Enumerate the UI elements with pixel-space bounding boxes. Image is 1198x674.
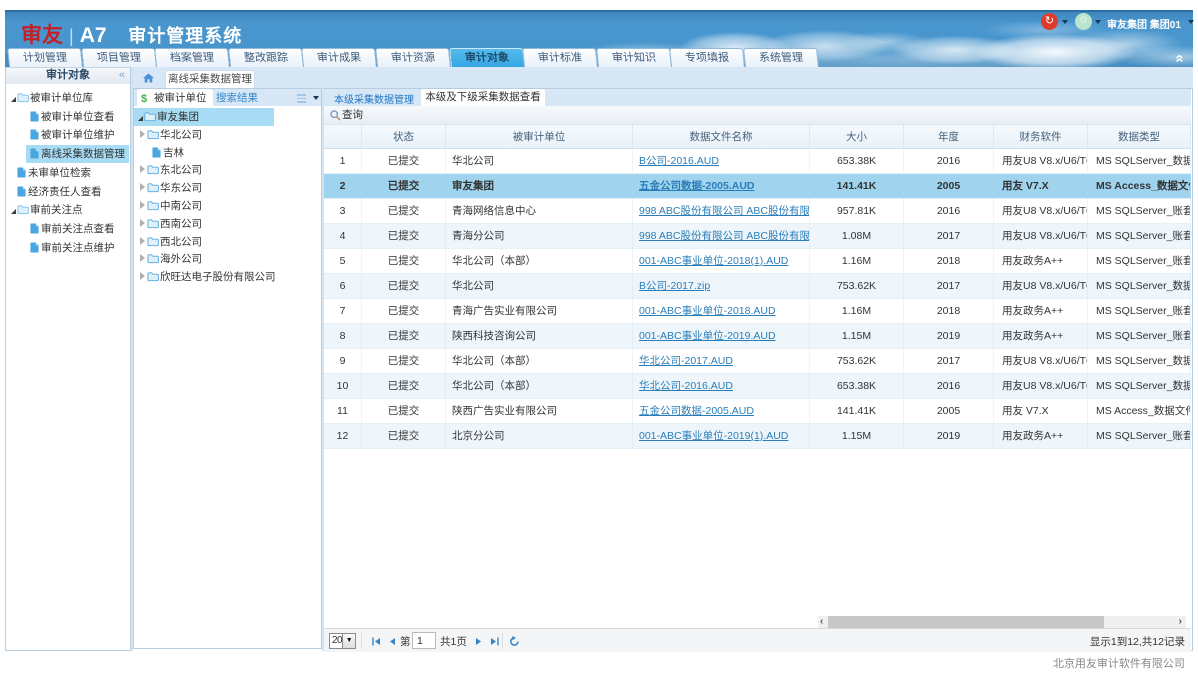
svg-text:$: $ [141, 93, 147, 104]
